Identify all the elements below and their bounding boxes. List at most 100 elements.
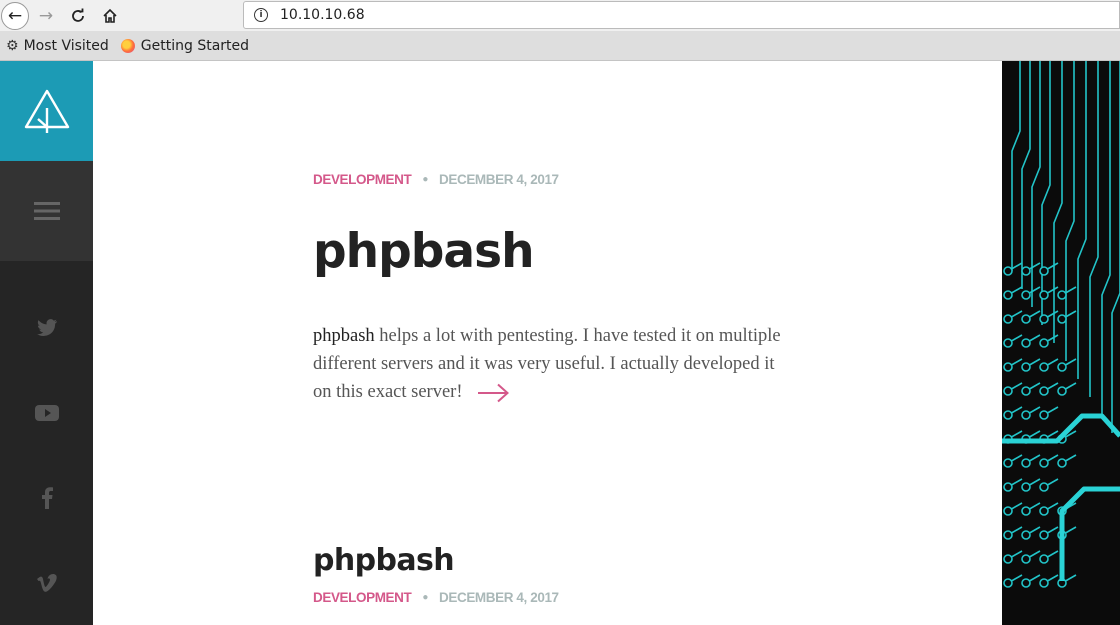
menu-button[interactable] xyxy=(0,161,93,261)
circuit-pad xyxy=(1057,458,1067,468)
circuit-pad xyxy=(1021,410,1031,420)
post-excerpt: phpbash helps a lot with pentesting. I h… xyxy=(313,322,793,406)
vimeo-icon xyxy=(36,574,57,592)
circuit-pad xyxy=(1039,290,1049,300)
circuit-trace xyxy=(1031,61,1041,307)
circuit-pad xyxy=(1003,362,1013,372)
circuit-pad xyxy=(1003,458,1013,468)
circuit-pad xyxy=(1003,578,1013,588)
circuit-pad xyxy=(1039,458,1049,468)
post-date[interactable]: DECEMBER 4, 2017 xyxy=(439,172,559,187)
circuit-pad xyxy=(1039,482,1049,492)
circuit-trace xyxy=(1021,61,1031,289)
circuit-pad xyxy=(1003,506,1013,516)
url-text[interactable]: 10.10.10.68 xyxy=(280,7,365,23)
firefox-icon xyxy=(120,38,135,53)
post-title-link[interactable]: phpbash xyxy=(313,543,455,578)
circuit-pad xyxy=(1003,386,1013,396)
circuit-pad xyxy=(1057,290,1067,300)
youtube-icon xyxy=(34,405,59,421)
circuit-pattern xyxy=(1002,61,1120,588)
post-category-link[interactable]: DEVELOPMENT xyxy=(313,590,412,605)
circuit-pad xyxy=(1039,362,1049,372)
circuit-pad xyxy=(1057,314,1067,324)
circuit-pad xyxy=(1021,314,1031,324)
post-category-link[interactable]: DEVELOPMENT xyxy=(313,172,412,187)
circuit-pad xyxy=(1021,482,1031,492)
circuit-trace xyxy=(1011,61,1021,271)
circuit-pad xyxy=(1003,314,1013,324)
circuit-pad xyxy=(1003,410,1013,420)
post-title-link[interactable]: phpbash xyxy=(313,224,535,279)
circuit-pad xyxy=(1039,314,1049,324)
reload-icon xyxy=(72,8,84,22)
circuit-trace xyxy=(1077,61,1087,379)
circuit-trace xyxy=(1111,61,1120,433)
circuit-pad xyxy=(1021,554,1031,564)
hamburger-icon xyxy=(33,202,60,220)
circuit-pad xyxy=(1003,266,1013,276)
home-button[interactable] xyxy=(98,4,122,28)
vimeo-link[interactable] xyxy=(0,563,93,603)
circuit-pad xyxy=(1039,266,1049,276)
circuit-pad xyxy=(1057,386,1067,396)
gear-icon: ⚙ xyxy=(6,37,19,54)
arrow-right-icon: → xyxy=(38,6,54,26)
home-icon xyxy=(103,8,117,23)
twitter-link[interactable] xyxy=(0,308,93,348)
facebook-link[interactable] xyxy=(0,478,93,518)
circuit-pad xyxy=(1003,482,1013,492)
circuit-trace xyxy=(1101,61,1111,415)
circuit-pad xyxy=(1003,290,1013,300)
circuit-pad xyxy=(1039,554,1049,564)
facebook-icon xyxy=(41,487,53,509)
meta-separator: ● xyxy=(422,592,429,603)
browser-toolbar: ← → i 10.10.10.68 xyxy=(0,0,1120,31)
circuit-pad xyxy=(1021,338,1031,348)
circuit-pad xyxy=(1039,530,1049,540)
sidebar xyxy=(0,61,93,625)
main-content: DEVELOPMENT ● DECEMBER 4, 2017 phpbash p… xyxy=(93,61,1002,625)
circuit-pad xyxy=(1021,506,1031,516)
twitter-icon xyxy=(36,319,57,337)
circuit-pad xyxy=(1057,362,1067,372)
circuit-pad xyxy=(1021,386,1031,396)
circuit-pad xyxy=(1021,578,1031,588)
circuit-pad xyxy=(1021,266,1031,276)
circuit-pad xyxy=(1039,410,1049,420)
circuit-pad xyxy=(1039,338,1049,348)
excerpt-text: helps a lot with pentesting. I have test… xyxy=(313,326,781,402)
post-date[interactable]: DECEMBER 4, 2017 xyxy=(439,590,559,605)
tree-logo-icon xyxy=(24,89,69,133)
circuit-pad xyxy=(1039,506,1049,516)
bookmark-label: Most Visited xyxy=(23,37,109,54)
excerpt-lead: phpbash xyxy=(313,326,375,346)
circuit-board-image xyxy=(1002,61,1120,625)
circuit-trace xyxy=(1089,61,1099,397)
circuit-pad xyxy=(1003,530,1013,540)
post-meta: DEVELOPMENT ● DECEMBER 4, 2017 xyxy=(313,590,559,605)
youtube-link[interactable] xyxy=(0,393,93,433)
bookmarks-bar: ⚙ Most Visited Getting Started xyxy=(0,31,1120,61)
circuit-pad xyxy=(1021,458,1031,468)
circuit-pad xyxy=(1003,338,1013,348)
circuit-pad xyxy=(1021,290,1031,300)
reload-button[interactable] xyxy=(66,4,90,28)
bookmark-most-visited[interactable]: ⚙ Most Visited xyxy=(6,38,109,54)
url-bar[interactable]: i 10.10.10.68 xyxy=(243,1,1120,29)
read-more-arrow-icon[interactable] xyxy=(477,383,510,403)
bookmark-label: Getting Started xyxy=(140,37,250,54)
bookmark-getting-started[interactable]: Getting Started xyxy=(120,37,250,54)
site-logo[interactable] xyxy=(0,61,93,161)
circuit-pad xyxy=(1039,578,1049,588)
meta-separator: ● xyxy=(422,174,429,185)
circuit-pad xyxy=(1021,530,1031,540)
back-button[interactable]: ← xyxy=(1,2,29,30)
circuit-pad xyxy=(1003,554,1013,564)
circuit-trace xyxy=(1041,61,1051,325)
circuit-trace xyxy=(1053,61,1063,343)
forward-button[interactable]: → xyxy=(34,4,58,28)
circuit-pad xyxy=(1021,362,1031,372)
info-icon[interactable]: i xyxy=(254,8,268,22)
circuit-pad xyxy=(1039,386,1049,396)
